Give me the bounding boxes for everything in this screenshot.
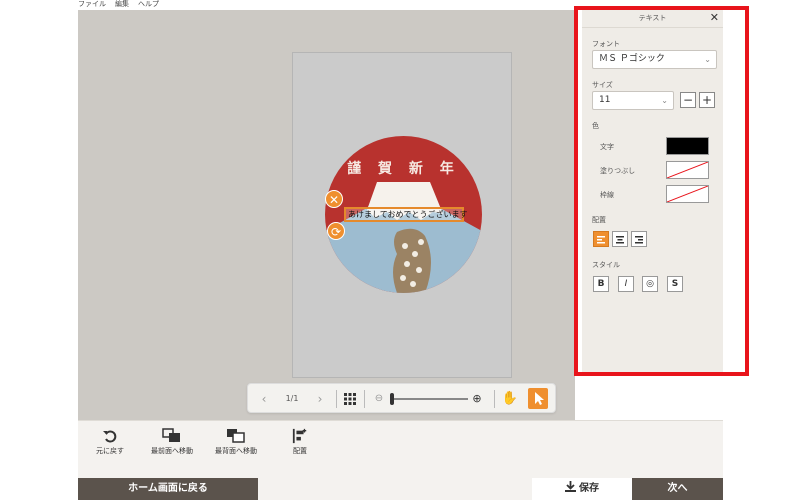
card-title: 謹 賀 新 年 xyxy=(347,161,460,177)
bring-to-front-icon xyxy=(162,428,180,442)
zoom-slider-handle[interactable] xyxy=(390,393,394,405)
menu-file[interactable]: ファイル xyxy=(78,0,106,10)
rotate-handle-icon[interactable]: ⟳ xyxy=(327,222,345,240)
next-button[interactable]: 次へ xyxy=(632,478,723,500)
zoom-out-icon[interactable]: ⊖ xyxy=(372,384,386,414)
footer-bar: ホーム画面に戻る 保存 次へ xyxy=(78,478,723,500)
selected-text-box[interactable]: あけましておめでとうございます xyxy=(344,207,468,222)
select-tool-icon[interactable] xyxy=(528,388,548,409)
page-indicator: 1/1 xyxy=(285,394,299,403)
next-page-icon[interactable]: › xyxy=(312,384,328,414)
save-label: 保存 xyxy=(579,483,599,494)
bring-to-front-button[interactable]: 最前面へ移動 xyxy=(144,421,200,456)
divider xyxy=(364,390,365,408)
zoom-slider-track[interactable] xyxy=(392,398,468,400)
highlight-annotation xyxy=(574,6,749,376)
undo-button[interactable]: 元に戻す xyxy=(88,421,132,456)
arrange-button[interactable]: 配置 xyxy=(278,421,322,456)
delete-handle-icon[interactable]: ✕ xyxy=(325,190,343,208)
grid-view-icon[interactable] xyxy=(342,384,358,414)
download-icon xyxy=(565,481,576,492)
send-to-back-button[interactable]: 最背面へ移動 xyxy=(208,421,264,456)
divider xyxy=(494,390,495,408)
zoom-in-icon[interactable]: ⊕ xyxy=(470,384,484,414)
send-to-back-icon xyxy=(227,429,245,443)
bottom-toolbar: 元に戻す 最前面へ移動 最背面へ移動 配置 xyxy=(78,420,723,478)
arrange-icon xyxy=(292,428,307,444)
home-button[interactable]: ホーム画面に戻る xyxy=(78,478,258,500)
page-nav-toolbar: ‹ 1/1 › ⊖ ⊕ ✋ xyxy=(247,383,556,413)
hand-tool-icon[interactable]: ✋ xyxy=(500,384,520,414)
prev-page-icon[interactable]: ‹ xyxy=(256,384,272,414)
divider xyxy=(336,390,337,408)
menu-help[interactable]: ヘルプ xyxy=(138,0,159,10)
undo-icon xyxy=(103,430,117,443)
menu-edit[interactable]: 編集 xyxy=(115,0,129,10)
save-button[interactable]: 保存 xyxy=(532,478,632,500)
